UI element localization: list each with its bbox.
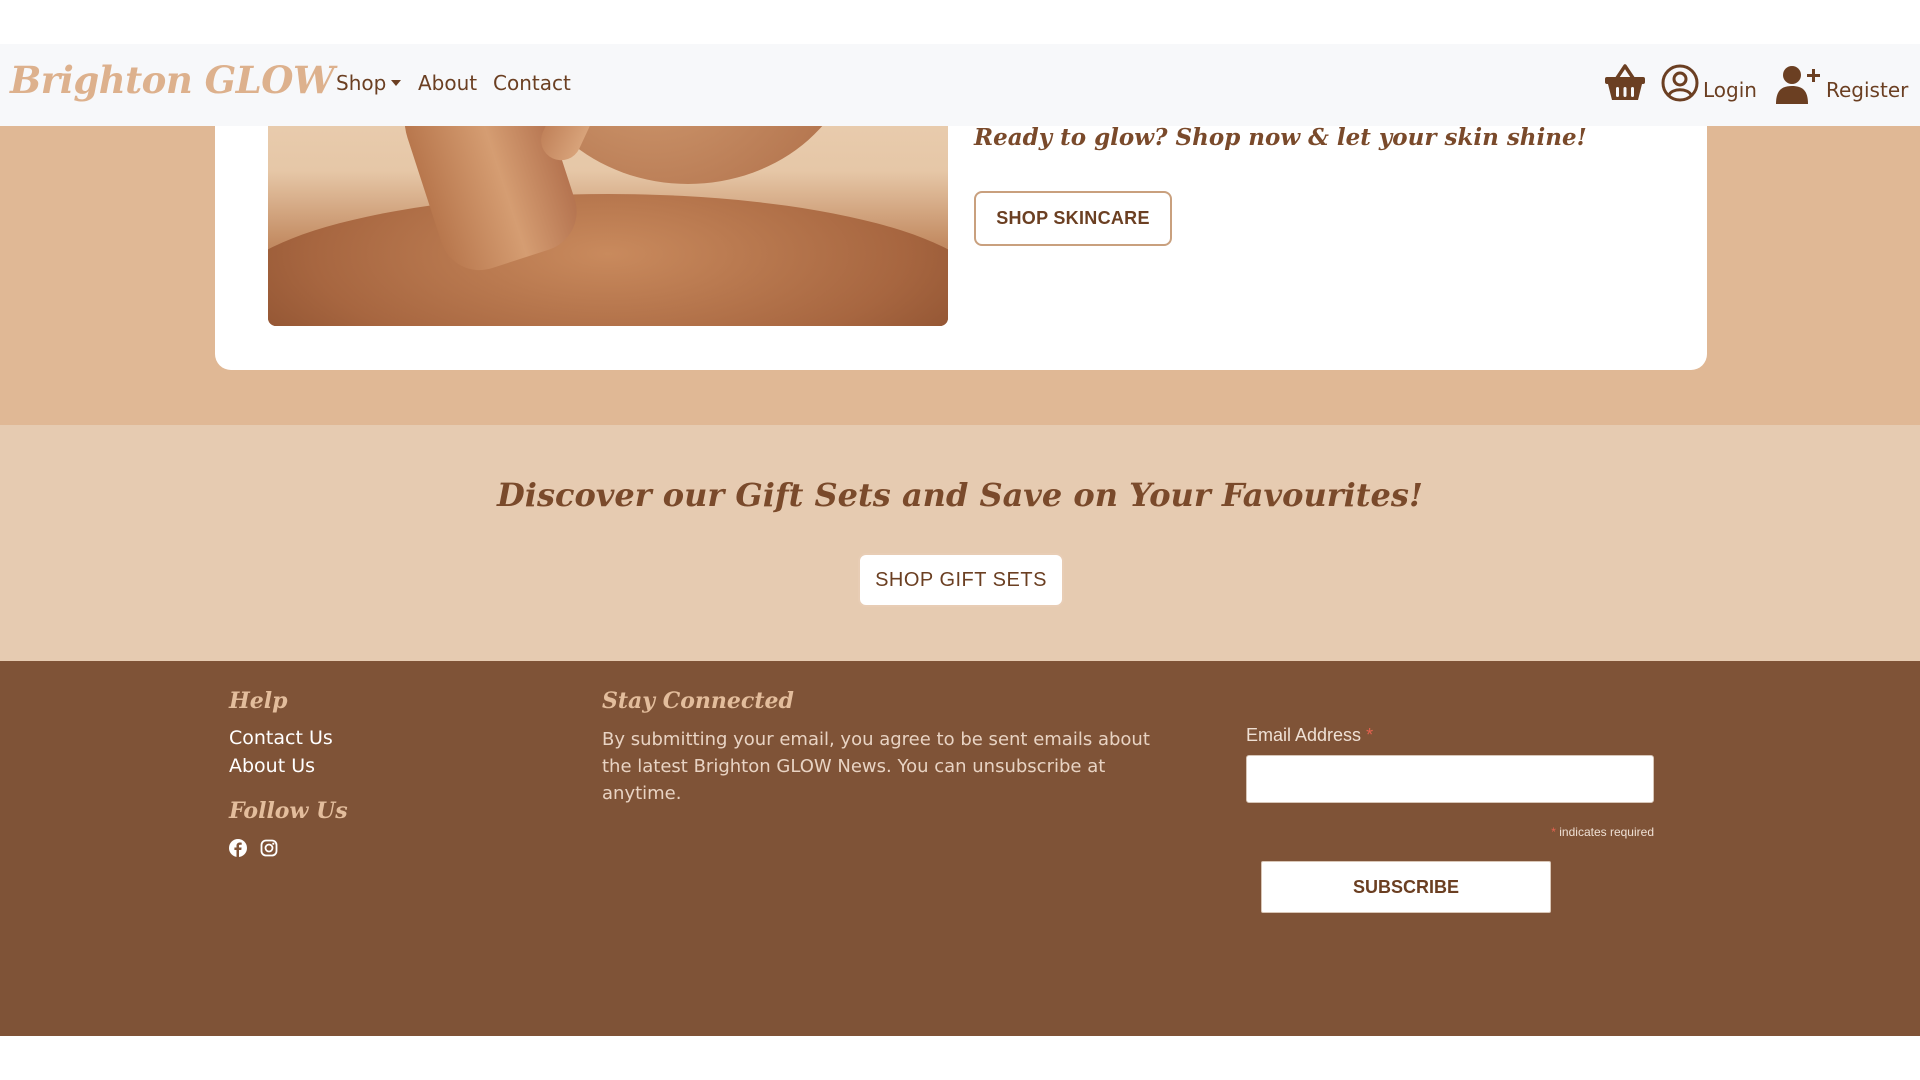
user-circle-icon [1661, 64, 1699, 102]
login-label: Login [1703, 78, 1757, 102]
register-label: Register [1826, 78, 1909, 102]
nav-shop-dropdown[interactable]: Shop [336, 71, 402, 95]
top-spacer [0, 0, 1920, 44]
subscribe-button[interactable]: SUBSCRIBE [1261, 861, 1551, 913]
facebook-icon[interactable] [229, 839, 247, 857]
footer [0, 661, 1920, 1036]
nav-shop-label: Shop [336, 71, 387, 95]
required-note: * indicates required [1530, 825, 1654, 839]
bottom-spacer [0, 1036, 1920, 1080]
gift-sets-section [0, 425, 1920, 661]
caret-down-icon [391, 79, 402, 86]
nav-contact[interactable]: Contact [493, 71, 571, 95]
footer-help-heading: Help [229, 688, 288, 714]
gift-sets-heading: Discover our Gift Sets and Save on Your … [497, 476, 1423, 514]
shop-skincare-button[interactable]: SHOP SKINCARE [974, 191, 1172, 246]
email-label-text: Email Address [1246, 725, 1362, 745]
required-star: * [1366, 725, 1374, 745]
footer-contact-us-link[interactable]: Contact Us [229, 727, 333, 749]
footer-about-us-link[interactable]: About Us [229, 755, 315, 777]
hero-tagline: Ready to glow? Shop now & let your skin … [974, 124, 1587, 151]
shop-gift-sets-button[interactable]: SHOP GIFT SETS [858, 553, 1064, 607]
user-plus-icon [1776, 66, 1820, 104]
required-note-star: * [1551, 825, 1556, 839]
required-note-text: indicates required [1559, 825, 1654, 839]
instagram-icon[interactable] [260, 839, 278, 857]
email-input[interactable] [1246, 755, 1654, 803]
newsletter-description: By submitting your email, you agree to b… [602, 729, 1150, 804]
register-link[interactable]: Register [1776, 62, 1908, 104]
footer-stay-connected-heading: Stay Connected [602, 688, 794, 714]
login-link[interactable]: Login [1661, 62, 1757, 104]
brand-logo[interactable]: Brighton GLOW [10, 58, 335, 102]
email-label: Email Address * [1246, 725, 1373, 746]
basket-icon[interactable] [1604, 62, 1646, 102]
footer-follow-heading: Follow Us [229, 798, 348, 824]
nav-about[interactable]: About [418, 71, 477, 95]
